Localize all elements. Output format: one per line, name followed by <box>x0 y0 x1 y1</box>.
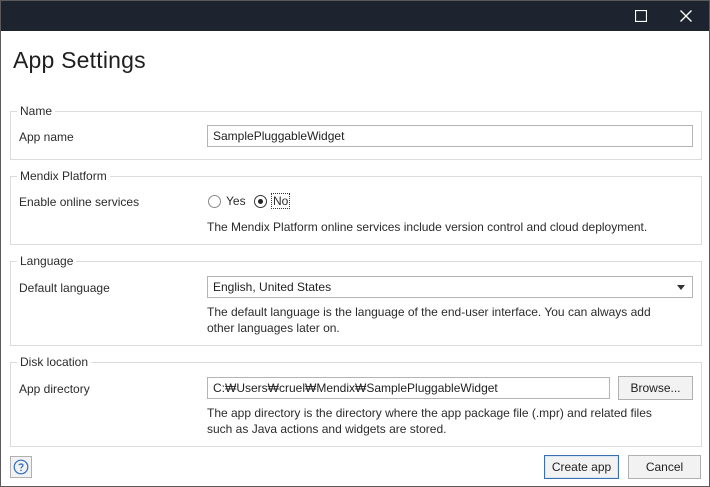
maximize-button[interactable] <box>618 1 664 31</box>
disk-location-group: Disk location App directory C:₩Users₩cru… <box>10 355 702 447</box>
app-directory-input[interactable]: C:₩Users₩cruel₩Mendix₩SamplePluggableWid… <box>207 377 610 399</box>
dialog-title: App Settings <box>13 47 146 73</box>
radio-no-circle[interactable] <box>254 194 267 208</box>
radio-yes[interactable]: Yes <box>208 194 246 208</box>
radio-yes-circle[interactable] <box>208 194 221 208</box>
app-name-input[interactable]: SamplePluggableWidget <box>207 125 693 147</box>
language-help-line2: other languages later on. <box>207 321 340 335</box>
directory-help-line1: The app directory is the directory where… <box>207 406 652 420</box>
radio-yes-label: Yes <box>226 194 246 208</box>
directory-help-line2: such as Java actions and widgets are sto… <box>207 422 447 436</box>
name-group-legend: Name <box>17 104 56 118</box>
browse-button[interactable]: Browse... <box>618 376 693 400</box>
close-button[interactable] <box>663 1 709 31</box>
default-language-select[interactable]: English, United States <box>207 276 693 298</box>
create-app-button[interactable]: Create app <box>544 455 619 479</box>
mendix-platform-group: Mendix Platform Enable online services Y… <box>10 169 702 245</box>
default-language-value: English, United States <box>213 280 332 294</box>
language-group: Language Default language English, Unite… <box>10 254 702 346</box>
radio-no-label: No <box>270 193 291 209</box>
radio-no[interactable]: No <box>254 193 291 209</box>
online-services-label: Enable online services <box>19 195 140 209</box>
help-button[interactable] <box>10 456 32 478</box>
disk-location-legend: Disk location <box>17 355 92 369</box>
close-icon <box>680 10 692 22</box>
app-settings-dialog: App Settings Name App name SamplePluggab… <box>0 0 710 487</box>
help-icon <box>13 459 29 475</box>
online-services-help: The Mendix Platform online services incl… <box>207 220 648 234</box>
dropdown-arrow-icon <box>677 285 685 290</box>
language-legend: Language <box>17 254 77 268</box>
cancel-button[interactable]: Cancel <box>628 455 701 479</box>
default-language-label: Default language <box>19 281 110 295</box>
app-directory-label: App directory <box>19 382 90 396</box>
name-group: Name App name SamplePluggableWidget <box>10 104 702 160</box>
maximize-icon <box>635 10 647 22</box>
app-name-label: App name <box>19 130 74 144</box>
mendix-platform-legend: Mendix Platform <box>17 169 110 183</box>
language-help-line1: The default language is the language of … <box>207 305 651 319</box>
title-bar <box>1 1 709 31</box>
